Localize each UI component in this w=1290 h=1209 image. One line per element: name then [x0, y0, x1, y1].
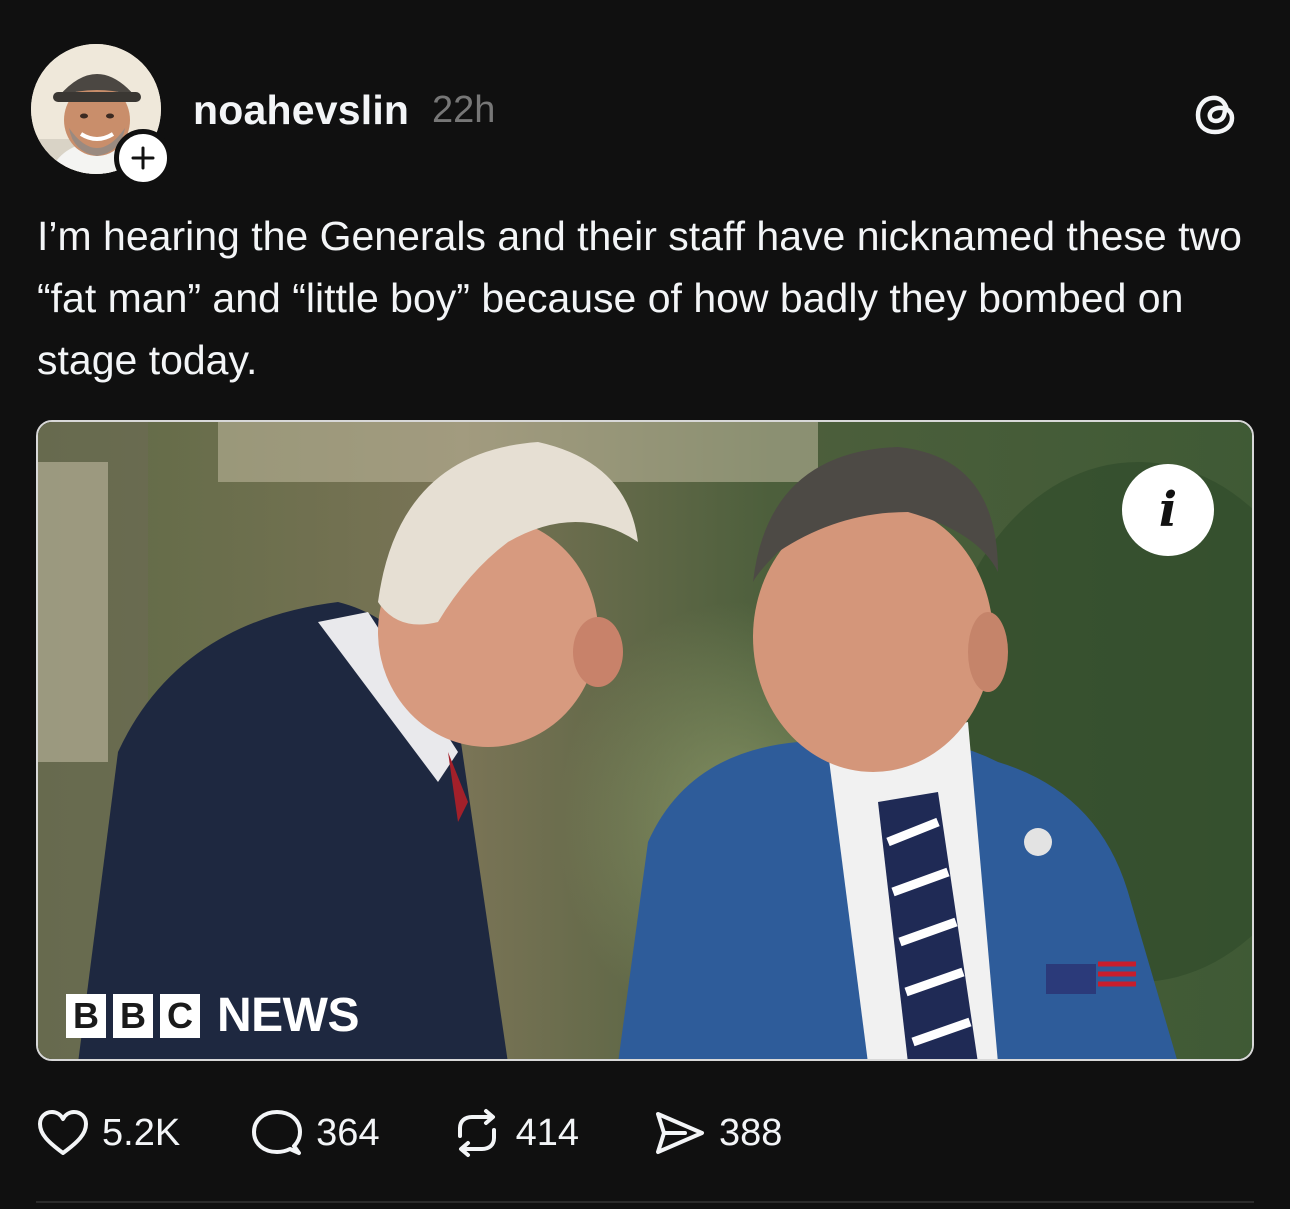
post-image[interactable]: i B B C NEWS	[36, 420, 1254, 1061]
repost-button[interactable]: 414	[450, 1108, 579, 1158]
heart-icon	[38, 1110, 88, 1155]
plus-icon	[131, 146, 155, 170]
repost-count: 414	[515, 1112, 579, 1154]
bbc-letter-b2: B	[113, 993, 153, 1038]
author-avatar[interactable]	[31, 44, 172, 187]
info-button[interactable]: i	[1122, 464, 1214, 556]
bbc-news-watermark: B B C NEWS	[66, 988, 360, 1043]
bbc-news-word: NEWS	[217, 989, 360, 1042]
threads-logo-icon[interactable]	[1190, 88, 1242, 140]
repost-arrows-icon	[457, 1109, 496, 1157]
like-button[interactable]: 5.2K	[36, 1108, 180, 1158]
share-button[interactable]: 388	[653, 1108, 782, 1158]
photo	[38, 422, 1252, 1059]
bbc-letter-c: C	[160, 993, 200, 1038]
like-count: 5.2K	[102, 1112, 181, 1154]
reply-count: 364	[316, 1112, 380, 1154]
post-actions: 5.2K 364 414 388	[36, 1108, 782, 1158]
reply-button[interactable]: 364	[250, 1108, 380, 1158]
speech-bubble-icon	[252, 1110, 303, 1155]
thread-post: noahevslin 22h I’m hearing the Generals …	[0, 0, 1290, 1209]
share-count: 388	[718, 1112, 783, 1154]
post-divider	[36, 1201, 1254, 1203]
paper-plane-icon	[655, 1112, 704, 1154]
author-username[interactable]: noahevslin	[193, 85, 409, 135]
post-text: I’m hearing the Generals and their staff…	[37, 213, 1242, 383]
follow-button[interactable]	[114, 129, 172, 187]
bbc-letter-b1: B	[66, 993, 106, 1038]
post-timestamp: 22h	[432, 89, 496, 131]
